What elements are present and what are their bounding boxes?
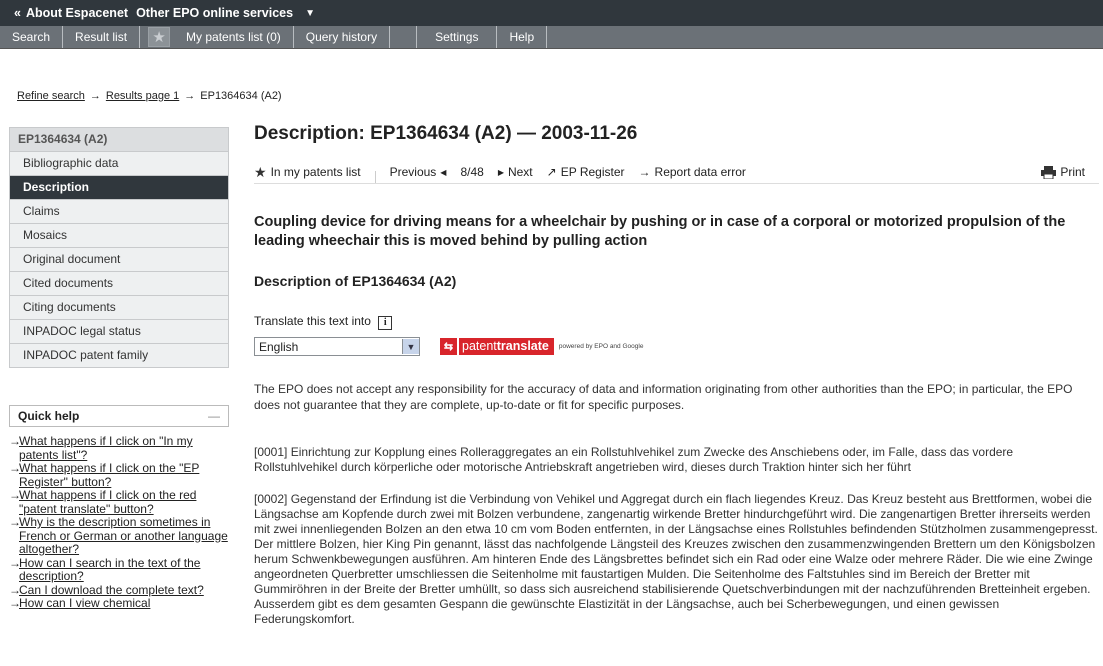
list-item: → How can I search in the text of the des… xyxy=(9,555,229,584)
info-icon[interactable]: i xyxy=(378,316,393,330)
other-services-menu[interactable]: Other EPO online services ▼ xyxy=(136,6,315,20)
nav-settings[interactable]: Settings xyxy=(417,26,498,48)
arrow-right-icon: → xyxy=(9,488,21,502)
collapse-icon[interactable]: — xyxy=(208,406,220,426)
arrow-right-icon: → xyxy=(638,165,651,179)
sidebar-item-original-document[interactable]: Original document xyxy=(9,248,229,272)
result-counter: 8/48 xyxy=(460,165,484,179)
arrow-right-icon: → xyxy=(9,461,21,475)
help-link[interactable]: How can I view chemical xyxy=(19,596,150,611)
nav-star[interactable]: ★ xyxy=(140,26,174,48)
nav-query-history[interactable]: Query history xyxy=(294,26,391,48)
nav-help[interactable]: Help xyxy=(497,26,548,48)
in-my-patents-list-button[interactable]: ★ In my patents list xyxy=(254,164,361,181)
print-button[interactable]: Print xyxy=(1041,165,1085,179)
triangle-right-icon: ▶ xyxy=(497,167,504,177)
top-bar: « About Espacenet Other EPO online servi… xyxy=(0,0,1103,26)
sidebar-item-claims[interactable]: Claims xyxy=(9,200,229,224)
ep-register-button[interactable]: ↗ EP Register xyxy=(547,165,625,179)
caret-down-icon: ▼ xyxy=(305,7,315,19)
divider xyxy=(374,171,376,183)
sidebar-item-cited-documents[interactable]: Cited documents xyxy=(9,272,229,296)
printer-icon xyxy=(1041,165,1057,179)
report-error-button[interactable]: → Report data error xyxy=(639,165,746,179)
chevron-down-icon: ▼ xyxy=(402,339,419,354)
patent-translate-logo: patenttranslate xyxy=(459,338,554,355)
breadcrumb: Refine search → Results page 1 → EP13646… xyxy=(17,90,282,102)
triangle-left-icon: ◀ xyxy=(440,167,447,177)
paragraph-0001: [0001] Einrichtung zur Kopplung eines Ro… xyxy=(254,445,1014,474)
list-item: → How can I view chemical xyxy=(9,596,229,611)
description-heading: Description of EP1364634 (A2) xyxy=(254,273,457,289)
disclaimer: The EPO does not accept any responsibili… xyxy=(254,382,1073,412)
help-link[interactable]: Why is the description sometimes in Fren… xyxy=(19,515,229,557)
help-link[interactable]: What happens if I click on the "EP Regis… xyxy=(19,461,229,489)
main-content: Description: EP1364634 (A2) — 2003-11-26… xyxy=(254,123,1099,626)
list-item: → Why is the description sometimes in Fre… xyxy=(9,515,229,557)
language-select[interactable]: English ▼ xyxy=(254,337,420,356)
breadcrumb-current: EP1364634 (A2) xyxy=(200,90,282,102)
star-icon: ★ xyxy=(148,27,171,47)
sidebar-item-inpadoc-family[interactable]: INPADOC patent family xyxy=(9,344,229,368)
paragraph-0002: [0002] Gegenstand der Erfindung ist die … xyxy=(254,492,1098,626)
arrow-right-icon: → xyxy=(9,582,21,597)
nav-my-patents[interactable]: My patents list (0) xyxy=(174,26,294,48)
sidebar-item-bibliographic[interactable]: Bibliographic data xyxy=(9,152,229,176)
help-link[interactable]: Can I download the complete text? xyxy=(19,583,204,598)
double-chevron-left-icon: « xyxy=(14,6,21,20)
arrow-right-icon: → xyxy=(9,434,21,448)
powered-by-text: powered by EPO and Google xyxy=(558,343,644,350)
page-title: Description: EP1364634 (A2) — 2003-11-26 xyxy=(254,123,638,144)
arrow-right-icon: → xyxy=(9,515,21,529)
sidebar-item-citing-documents[interactable]: Citing documents xyxy=(9,296,229,320)
list-item: → Can I download the complete text? xyxy=(9,582,229,598)
help-link[interactable]: What happens if I click on "In my patent… xyxy=(19,434,229,462)
sidebar-heading: EP1364634 (A2) xyxy=(9,127,229,152)
sidebar-item-description[interactable]: Description xyxy=(9,176,229,200)
list-item: → What happens if I click on the "EP Regi… xyxy=(9,461,229,489)
quick-help-header[interactable]: Quick help — xyxy=(9,405,229,427)
sidebar-item-mosaics[interactable]: Mosaics xyxy=(9,224,229,248)
arrow-right-icon: → xyxy=(9,555,21,570)
swap-arrows-icon: ⇆ xyxy=(440,338,457,355)
help-link[interactable]: What happens if I click on the red "pate… xyxy=(19,488,229,516)
list-item: → What happens if I click on "In my paten… xyxy=(9,434,229,462)
quick-help: Quick help — → What happens if I click on… xyxy=(9,405,229,611)
sidebar: EP1364634 (A2) Bibliographic data Descri… xyxy=(9,127,229,368)
nav-result-list[interactable]: Result list xyxy=(63,26,141,48)
arrow-right-icon: → xyxy=(89,90,101,102)
next-button[interactable]: ▶ Next xyxy=(498,165,533,179)
star-icon: ★ xyxy=(254,163,267,180)
translate-row: English ▼ ⇆ patenttranslate powered by E… xyxy=(254,337,643,356)
nav-spacer xyxy=(390,26,418,48)
list-item: → What happens if I click on the red "pat… xyxy=(9,488,229,516)
patent-translate-button[interactable]: ⇆ patenttranslate xyxy=(440,338,554,355)
about-espacenet-link[interactable]: « About Espacenet xyxy=(14,6,128,20)
quick-help-list: → What happens if I click on "In my paten… xyxy=(9,434,229,611)
breadcrumb-refine-search[interactable]: Refine search xyxy=(17,90,85,102)
translate-label: Translate this text into i xyxy=(254,314,393,330)
sidebar-item-inpadoc-legal[interactable]: INPADOC legal status xyxy=(9,320,229,344)
document-title: Coupling device for driving means for a … xyxy=(254,214,1066,249)
main-nav: Search Result list ★ My patents list (0)… xyxy=(0,26,1103,49)
arrow-right-icon: → xyxy=(9,596,21,610)
document-toolbar: ★ In my patents list Previous ◀ 8/48 ▶ N… xyxy=(254,161,1099,184)
external-arrow-icon: ↗ xyxy=(546,165,557,179)
breadcrumb-results-page[interactable]: Results page 1 xyxy=(106,90,179,102)
help-link[interactable]: How can I search in the text of the desc… xyxy=(19,556,229,584)
previous-button[interactable]: Previous ◀ xyxy=(390,165,447,179)
nav-search[interactable]: Search xyxy=(0,26,64,48)
arrow-right-icon: → xyxy=(184,90,196,102)
